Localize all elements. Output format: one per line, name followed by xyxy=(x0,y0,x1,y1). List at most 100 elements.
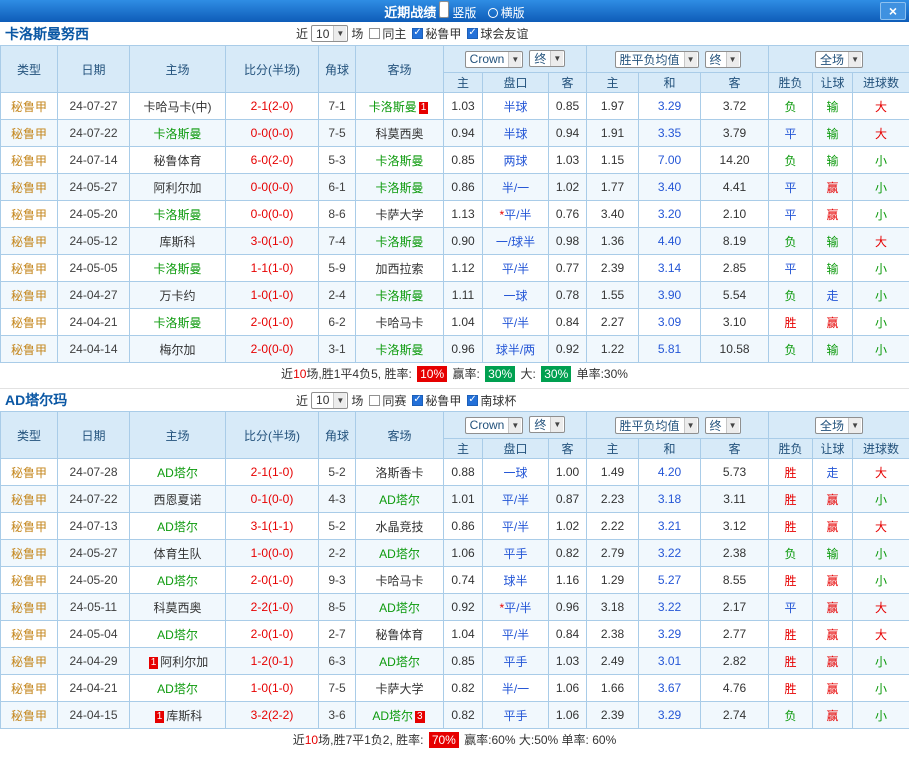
cell-avg-away: 4.76 xyxy=(701,675,769,702)
checkbox-cup[interactable]: 南球杯 xyxy=(467,392,516,409)
bookmaker-select[interactable]: Crown▼ xyxy=(465,417,524,434)
odds-stage-select[interactable]: 终▼ xyxy=(529,416,565,433)
cell-avg-draw: 5.81 xyxy=(639,336,701,363)
cell-score: 1-2(0-1) xyxy=(226,648,319,675)
match-row: 秘鲁甲24-05-20AD塔尔2-0(1-0)9-3卡哈马卡0.74球半1.16… xyxy=(1,567,909,594)
cell-league: 秘鲁甲 xyxy=(1,486,58,513)
radio-horizontal-icon[interactable] xyxy=(488,8,498,18)
cell-odds-handicap: 半球 xyxy=(483,120,549,147)
radio-vertical-icon[interactable] xyxy=(439,1,449,18)
cell-score: 3-1(1-1) xyxy=(226,513,319,540)
cell-league: 秘鲁甲 xyxy=(1,567,58,594)
checkbox-league[interactable]: 秘鲁甲 xyxy=(412,25,461,42)
cell-date: 24-05-20 xyxy=(58,201,130,228)
cell-avg-away: 2.38 xyxy=(701,540,769,567)
cell-odds-handicap: 半球 xyxy=(483,93,549,120)
match-row: 秘鲁甲24-04-21卡洛斯曼2-0(1-0)6-2卡哈马卡1.04平/半0.8… xyxy=(1,309,909,336)
cell-result-handicap: 走 xyxy=(813,459,853,486)
col-avg-away: 客 xyxy=(701,73,769,93)
col-avg-draw: 和 xyxy=(639,73,701,93)
cell-league: 秘鲁甲 xyxy=(1,309,58,336)
team-name-text: 卡萨大学 xyxy=(375,208,423,222)
cell-odds-home: 0.85 xyxy=(444,648,483,675)
cell-score: 2-0(1-0) xyxy=(226,621,319,648)
fulltime-select[interactable]: 全场▼ xyxy=(815,417,863,434)
cell-date: 24-05-27 xyxy=(58,540,130,567)
cell-result-goals: 小 xyxy=(853,567,909,594)
avg-odds-select[interactable]: 胜平负均值▼ xyxy=(615,417,699,434)
checkbox-icon[interactable] xyxy=(467,395,478,406)
cell-league: 秘鲁甲 xyxy=(1,540,58,567)
cell-score: 2-0(0-0) xyxy=(226,336,319,363)
cell-score: 2-1(2-0) xyxy=(226,93,319,120)
cell-result-handicap: 赢 xyxy=(813,201,853,228)
summary-bar: 近10场,胜1平4负5, 胜率: 10% 赢率: 30% 大: 30% 单率:3… xyxy=(0,363,909,386)
match-row: 秘鲁甲24-05-27体育生队1-0(0-0)2-2AD塔尔1.06平手0.82… xyxy=(1,540,909,567)
checkbox-league[interactable]: 秘鲁甲 xyxy=(412,392,461,409)
cell-avg-away: 2.10 xyxy=(701,201,769,228)
cell-avg-draw: 3.20 xyxy=(639,201,701,228)
cell-avg-draw: 3.01 xyxy=(639,648,701,675)
checkbox-same-home[interactable]: 同主 xyxy=(369,25,406,42)
cell-home-team: AD塔尔 xyxy=(130,675,226,702)
checkbox-icon[interactable] xyxy=(369,395,380,406)
red-card-badge: 3 xyxy=(415,711,425,723)
cell-date: 24-04-29 xyxy=(58,648,130,675)
match-count-select[interactable]: 10▼ xyxy=(311,25,348,42)
checkbox-icon[interactable] xyxy=(412,395,423,406)
team-name-text: AD塔尔 xyxy=(379,601,420,615)
avg-stage-select[interactable]: 终▼ xyxy=(705,417,741,434)
cell-result-goals: 小 xyxy=(853,309,909,336)
cell-away-team: 科莫西奥 xyxy=(356,120,444,147)
layout-toggle: 竖版 横版 xyxy=(436,1,524,21)
checkbox-friendly[interactable]: 球会友谊 xyxy=(467,25,528,42)
radio-vertical-label[interactable]: 竖版 xyxy=(452,6,476,20)
cell-home-team: 西恩夏诺 xyxy=(130,486,226,513)
fulltime-header: 全场▼ xyxy=(769,412,909,439)
cell-date: 24-07-28 xyxy=(58,459,130,486)
close-icon[interactable]: × xyxy=(880,2,906,20)
checkbox-icon[interactable] xyxy=(412,28,423,39)
col-avg-away: 客 xyxy=(701,439,769,459)
cell-result-wdl: 平 xyxy=(769,174,813,201)
cell-corners: 3-6 xyxy=(319,702,356,729)
fulltime-select[interactable]: 全场▼ xyxy=(815,51,863,68)
summary-text: 场,胜1平4负5, 胜率: xyxy=(306,367,415,381)
cell-result-handicap: 赢 xyxy=(813,702,853,729)
odds-stage-select[interactable]: 终▼ xyxy=(529,50,565,67)
cell-home-team: 卡洛斯曼 xyxy=(130,255,226,282)
chevron-down-icon: ▼ xyxy=(508,418,521,433)
cell-odds-away: 0.92 xyxy=(549,336,587,363)
team-name-text: 卡哈马卡(中) xyxy=(144,100,212,114)
cell-result-goals: 小 xyxy=(853,540,909,567)
team-name-text: AD塔尔 xyxy=(157,466,198,480)
bookmaker-select[interactable]: Crown▼ xyxy=(465,51,524,68)
cell-date: 24-07-13 xyxy=(58,513,130,540)
avg-stage-select[interactable]: 终▼ xyxy=(705,51,741,68)
radio-horizontal-label[interactable]: 横版 xyxy=(501,6,525,20)
cell-score: 1-0(1-0) xyxy=(226,282,319,309)
cell-result-goals: 大 xyxy=(853,513,909,540)
cell-odds-home: 1.06 xyxy=(444,540,483,567)
cell-odds-away: 0.84 xyxy=(549,621,587,648)
checkbox-icon[interactable] xyxy=(369,28,380,39)
summary-pct-badge: 30% xyxy=(485,366,515,382)
cell-result-goals: 小 xyxy=(853,486,909,513)
match-count-select[interactable]: 10▼ xyxy=(311,392,348,409)
cell-odds-handicap: *平/半 xyxy=(483,594,549,621)
cell-date: 24-04-27 xyxy=(58,282,130,309)
chevron-down-icon: ▼ xyxy=(726,52,739,67)
match-row: 秘鲁甲24-04-27万卡约1-0(1-0)2-4卡洛斯曼1.11一球0.781… xyxy=(1,282,909,309)
cell-away-team: AD塔尔 xyxy=(356,594,444,621)
cell-odds-away: 0.78 xyxy=(549,282,587,309)
checkbox-same-competition[interactable]: 同赛 xyxy=(369,392,406,409)
checkbox-icon[interactable] xyxy=(467,28,478,39)
cell-odds-away: 0.94 xyxy=(549,120,587,147)
cell-corners: 9-3 xyxy=(319,567,356,594)
summary-pct-badge: 10% xyxy=(417,366,447,382)
cell-away-team: 水晶竞技 xyxy=(356,513,444,540)
cell-odds-handicap: *平/半 xyxy=(483,201,549,228)
team-name-text: AD塔尔 xyxy=(157,628,198,642)
cell-corners: 8-5 xyxy=(319,594,356,621)
avg-odds-select[interactable]: 胜平负均值▼ xyxy=(615,51,699,68)
